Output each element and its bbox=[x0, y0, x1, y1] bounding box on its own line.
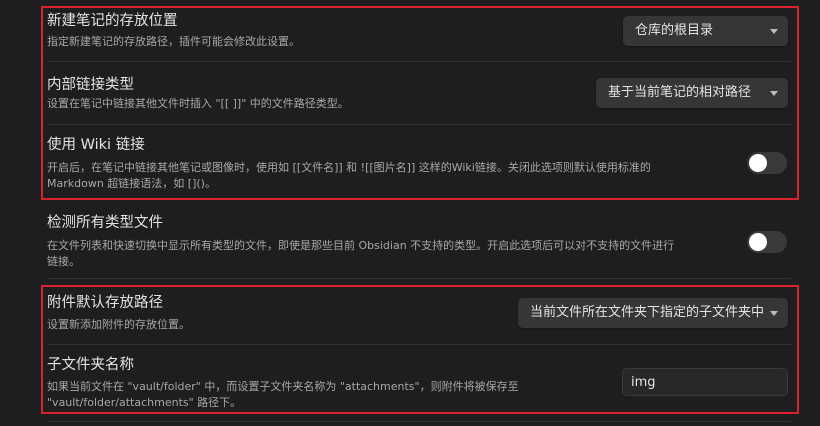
dropdown-value: 仓库的根目录 bbox=[635, 23, 714, 38]
setting-description-line1: 开启后，在笔记中链接其他笔记或图像时，使用如 [[文件名]] 和 ![[图片名]… bbox=[47, 161, 651, 174]
chevron-down-icon bbox=[770, 91, 778, 96]
setting-name: 内部链接类型 bbox=[47, 77, 134, 93]
toggle-knob bbox=[749, 154, 767, 172]
setting-name: 检测所有类型文件 bbox=[47, 215, 163, 231]
setting-internal-link-type: 内部链接类型 设置在笔记中链接其他文件时插入 "[[ ]]" 中的文件路径类型。… bbox=[47, 62, 791, 124]
setting-name: 子文件夹名称 bbox=[47, 357, 134, 373]
subfolder-name-input[interactable] bbox=[622, 368, 788, 396]
dropdown-value: 基于当前笔记的相对路径 bbox=[608, 85, 752, 100]
divider bbox=[47, 278, 791, 279]
setting-detect-all-file-types: 检测所有类型文件 在文件列表和快速切换中显示所有类型的文件，即使是那些目前 Ob… bbox=[47, 208, 791, 280]
setting-description-line2: 链接。 bbox=[47, 255, 80, 268]
setting-description: 设置新添加附件的存放位置。 bbox=[47, 318, 190, 331]
setting-description-line2: Markdown 超链接语法，如 []()。 bbox=[47, 177, 216, 190]
dropdown-value: 当前文件所在文件夹下指定的子文件夹中 bbox=[530, 305, 765, 320]
setting-name: 使用 Wiki 链接 bbox=[47, 137, 145, 153]
setting-new-note-location: 新建笔记的存放位置 指定新建笔记的存放路径，插件可能会修改此设置。 仓库的根目录 bbox=[47, 8, 791, 60]
setting-name: 附件默认存放路径 bbox=[47, 295, 163, 311]
setting-description: 设置在笔记中链接其他文件时插入 "[[ ]]" 中的文件路径类型。 bbox=[47, 97, 349, 110]
internal-link-type-dropdown[interactable]: 基于当前笔记的相对路径 bbox=[596, 78, 788, 108]
attachment-location-dropdown[interactable]: 当前文件所在文件夹下指定的子文件夹中 bbox=[518, 298, 788, 328]
chevron-down-icon bbox=[770, 29, 778, 34]
wiki-links-toggle[interactable] bbox=[747, 152, 787, 174]
setting-name: 新建笔记的存放位置 bbox=[47, 13, 178, 29]
chevron-down-icon bbox=[770, 311, 778, 316]
setting-description-line1: 如果当前文件在 "vault/folder" 中，而设置子文件夹名称为 "att… bbox=[47, 380, 519, 393]
detect-all-files-toggle[interactable] bbox=[747, 231, 787, 253]
setting-use-wiki-links: 使用 Wiki 链接 开启后，在笔记中链接其他笔记或图像时，使用如 [[文件名]… bbox=[47, 125, 791, 197]
setting-attachment-location: 附件默认存放路径 设置新添加附件的存放位置。 当前文件所在文件夹下指定的子文件夹… bbox=[47, 288, 791, 344]
settings-page: 新建笔记的存放位置 指定新建笔记的存放路径，插件可能会修改此设置。 仓库的根目录… bbox=[0, 0, 820, 426]
setting-description: 指定新建笔记的存放路径，插件可能会修改此设置。 bbox=[47, 35, 300, 48]
toggle-knob bbox=[749, 233, 767, 251]
setting-subfolder-name: 子文件夹名称 如果当前文件在 "vault/folder" 中，而设置子文件夹名… bbox=[47, 345, 791, 411]
new-note-location-dropdown[interactable]: 仓库的根目录 bbox=[623, 16, 788, 46]
setting-description-line1: 在文件列表和快速切换中显示所有类型的文件，即使是那些目前 Obsidian 不支… bbox=[47, 239, 675, 252]
setting-description-line2: "vault/folder/attachments" 路径下。 bbox=[47, 396, 242, 409]
divider bbox=[47, 421, 791, 422]
